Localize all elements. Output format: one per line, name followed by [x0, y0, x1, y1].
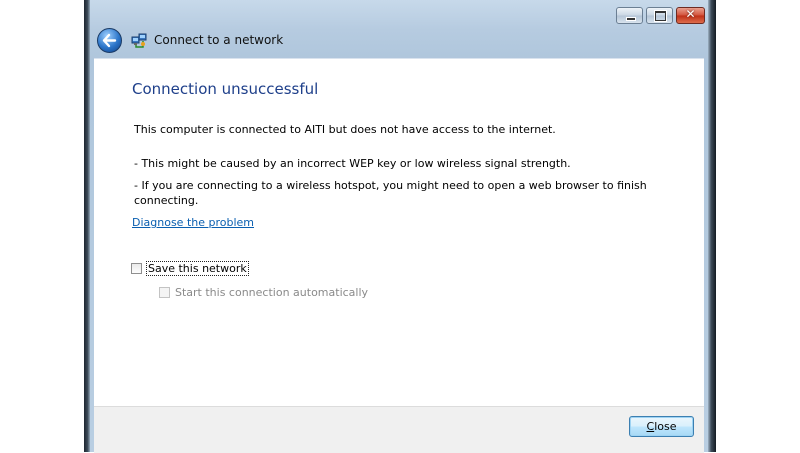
maximize-button[interactable] [646, 7, 673, 24]
close-icon: ✕ [685, 7, 696, 21]
screen-frame-right [708, 0, 716, 452]
dialog-footer: Close [94, 406, 704, 453]
dialog-content: Connection unsuccessful This computer is… [94, 58, 704, 407]
minimize-button[interactable] [616, 7, 643, 24]
page-title: Connection unsuccessful [132, 80, 319, 98]
diagnose-problem-link[interactable]: Diagnose the problem [132, 216, 254, 229]
auto-start-label: Start this connection automatically [175, 286, 369, 299]
window-close-button[interactable]: ✕ [676, 7, 705, 24]
wireless-network-icon [131, 33, 147, 48]
back-button[interactable] [97, 28, 122, 53]
connect-dialog-window: ✕ Connect to a network Connection unsucc… [90, 0, 708, 453]
close-button[interactable]: Close [629, 416, 694, 437]
cause-hotspot-text: - If you are connecting to a wireless ho… [134, 179, 647, 207]
window-title: Connect to a network [154, 33, 284, 47]
save-network-option[interactable]: Save this network [131, 261, 249, 276]
maximize-icon [655, 11, 666, 21]
auto-start-option: Start this connection automatically [159, 286, 368, 299]
auto-start-checkbox [159, 287, 170, 298]
cause-wep-text: - This might be caused by an incorrect W… [134, 157, 571, 170]
close-button-accesskey: C [646, 420, 655, 433]
minimize-icon [626, 17, 636, 21]
back-arrow-icon [102, 33, 117, 48]
close-button-label: lose [654, 420, 677, 433]
status-message: This computer is connected to AITI but d… [134, 123, 556, 136]
save-network-checkbox[interactable] [131, 263, 142, 274]
save-network-label[interactable]: Save this network [146, 261, 249, 276]
